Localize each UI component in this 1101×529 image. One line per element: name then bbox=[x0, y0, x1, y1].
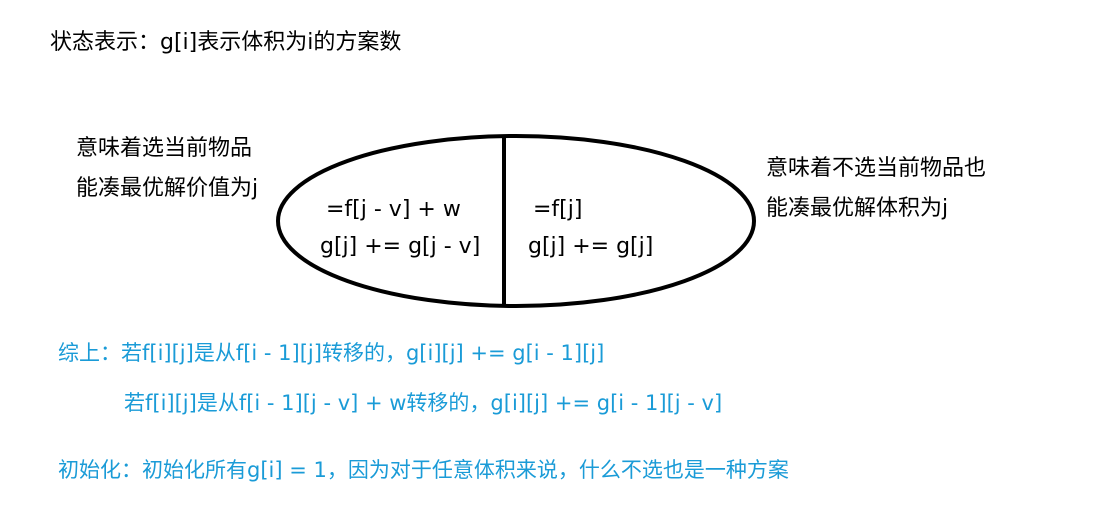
right-note-line-1: 意味着不选当前物品也 bbox=[766, 156, 987, 181]
select-item-count-update: g[j] += g[j - v] bbox=[320, 234, 481, 259]
right-note-line-2: 能凑最优解体积为j bbox=[766, 196, 949, 221]
skip-item-count-update: g[j] += g[j] bbox=[528, 234, 654, 259]
summary-line-1: 综上：若f[i][j]是从f[i - 1][j]转移的，g[i][j] += g… bbox=[58, 341, 605, 365]
initialization-note: 初始化：初始化所有g[i] = 1，因为对于任意体积来说，什么不选也是一种方案 bbox=[58, 458, 789, 482]
left-note-line-1: 意味着选当前物品 bbox=[76, 136, 253, 161]
select-item-transition: =f[j - v] + w bbox=[326, 197, 461, 222]
skip-item-transition: =f[j] bbox=[533, 197, 583, 222]
left-note-line-2: 能凑最优解价值为j bbox=[76, 176, 259, 201]
transition-diagram bbox=[276, 134, 756, 308]
summary-line-2: 若f[i][j]是从f[i - 1][j - v] + w转移的，g[i][j]… bbox=[124, 391, 723, 415]
